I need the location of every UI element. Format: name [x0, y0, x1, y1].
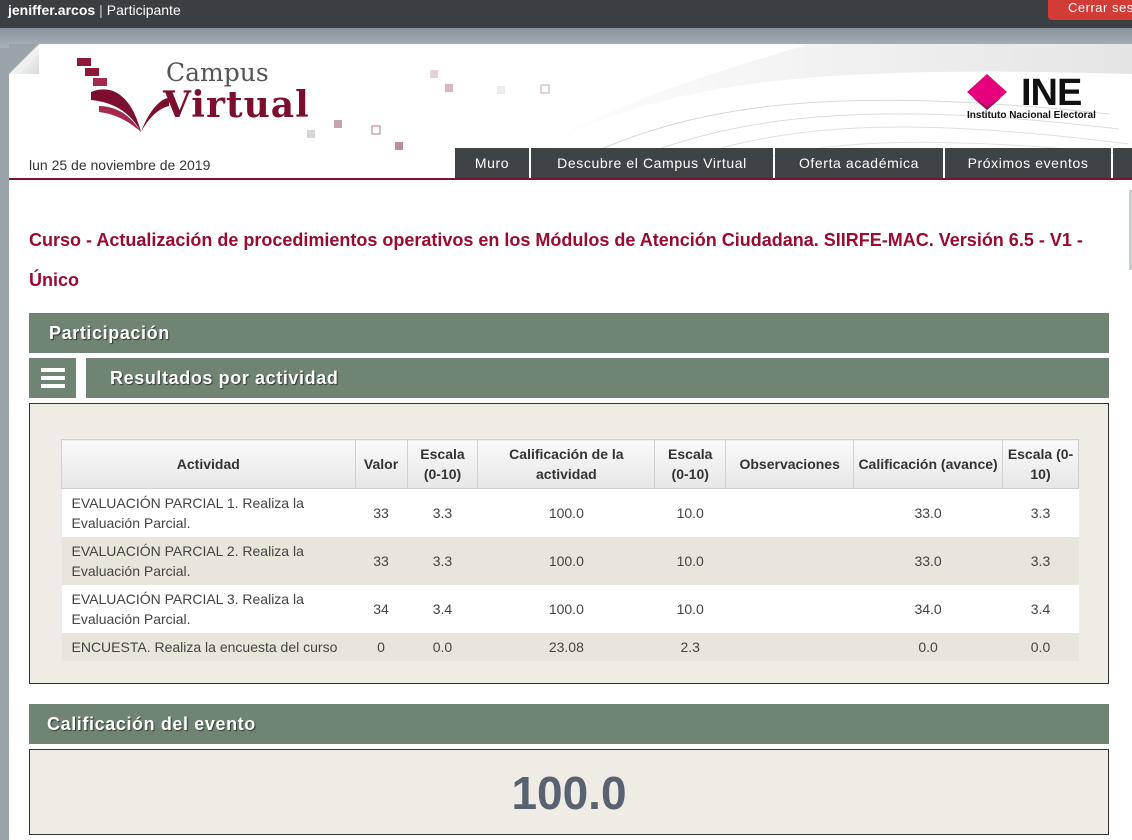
- username[interactable]: jeniffer.arcos: [8, 2, 95, 18]
- cell-actividad: EVALUACIÓN PARCIAL 1. Realiza la Evaluac…: [61, 488, 356, 537]
- deco-square: [395, 142, 403, 150]
- cell-escala: 3.3: [1002, 488, 1079, 537]
- cell-observaciones: [725, 584, 854, 633]
- cell-escala: 10.0: [654, 584, 726, 633]
- col-escala: Escala (0-10): [1002, 439, 1079, 489]
- cell-avance: 33.0: [853, 488, 1003, 537]
- cell-actividad: EVALUACIÓN PARCIAL 3. Realiza la Evaluac…: [61, 584, 356, 633]
- cell-calificacion: 100.0: [477, 536, 655, 585]
- cell-escala: 3.3: [1002, 536, 1079, 585]
- page: Campus Virtual INE Instituto Nacional El…: [9, 44, 1132, 840]
- cell-escala: 3.3: [407, 536, 478, 585]
- event-grade-panel: 100.0: [29, 749, 1109, 835]
- col-calificacion-actividad: Calificación de la actividad: [477, 439, 656, 489]
- cell-escala: 3.4: [407, 584, 478, 633]
- logout-button[interactable]: Cerrar sesión: [1048, 0, 1132, 20]
- table-row: EVALUACIÓN PARCIAL 1. Realiza la Evaluac…: [61, 488, 1079, 537]
- cell-valor: 33: [355, 488, 408, 537]
- nav-more[interactable]: [1113, 148, 1132, 178]
- cell-calificacion: 100.0: [477, 488, 655, 537]
- cell-calificacion: 23.08: [477, 632, 655, 661]
- nav-muro[interactable]: Muro: [455, 148, 529, 178]
- cell-escala: 0.0: [1002, 632, 1079, 661]
- col-calificacion-avance: Calificación (avance): [853, 439, 1003, 489]
- cell-escala: 10.0: [654, 488, 726, 537]
- header-divider: [9, 178, 1132, 180]
- results-table: Actividad Valor Escala (0-10) Calificaci…: [61, 439, 1079, 661]
- table-row: EVALUACIÓN PARCIAL 3. Realiza la Evaluac…: [61, 584, 1079, 633]
- deco-square: [334, 120, 342, 128]
- cell-escala: 0.0: [407, 632, 478, 661]
- cell-actividad: ENCUESTA. Realiza la encuesta del curso: [61, 632, 356, 661]
- nav-eventos[interactable]: Próximos eventos: [945, 148, 1111, 178]
- deco-square: [371, 125, 381, 135]
- hamburger-icon-line: [41, 384, 65, 388]
- cell-avance: 34.0: [853, 584, 1003, 633]
- nav-oferta[interactable]: Oferta académica: [775, 148, 943, 178]
- user-info: jeniffer.arcos | Participante: [8, 1, 181, 19]
- cell-escala: 10.0: [654, 536, 726, 585]
- col-observaciones: Observaciones: [725, 439, 855, 489]
- menu-toggle-button[interactable]: [29, 358, 76, 398]
- cell-calificacion: 100.0: [477, 584, 655, 633]
- ine-text: INE: [1021, 72, 1082, 114]
- table-row: EVALUACIÓN PARCIAL 2. Realiza la Evaluac…: [61, 536, 1079, 585]
- cell-avance: 33.0: [853, 536, 1003, 585]
- user-role: Participante: [106, 2, 181, 18]
- table-row: ENCUESTA. Realiza la encuesta del curso …: [61, 632, 1079, 661]
- ine-subtitle: Instituto Nacional Electoral: [967, 110, 1096, 121]
- deco-square: [430, 70, 438, 78]
- logo-campus-text: Campus: [166, 58, 269, 87]
- site-header: Campus Virtual INE Instituto Nacional El…: [9, 44, 1132, 180]
- ine-logo[interactable]: INE Instituto Nacional Electoral: [965, 72, 1125, 124]
- event-grade-value: 100.0: [511, 767, 627, 819]
- deco-square: [445, 84, 453, 92]
- results-panel: Actividad Valor Escala (0-10) Calificaci…: [29, 403, 1109, 684]
- cell-escala: 3.4: [1002, 584, 1079, 633]
- top-bar: jeniffer.arcos|Participante Cerrar sesió…: [0, 0, 1132, 28]
- campus-virtual-logo[interactable]: Campus Virtual: [71, 54, 331, 134]
- col-escala: Escala (0-10): [654, 439, 727, 489]
- page-curl: [9, 44, 39, 74]
- separator: |: [99, 2, 103, 18]
- main-nav: Muro Descubre el Campus Virtual Oferta a…: [455, 148, 1132, 178]
- cell-observaciones: [725, 632, 854, 661]
- book-icon: [77, 58, 169, 132]
- cell-avance: 0.0: [853, 632, 1003, 661]
- col-valor: Valor: [354, 439, 408, 489]
- deco-square: [540, 84, 550, 94]
- table-header-row: Actividad Valor Escala (0-10) Calificaci…: [61, 439, 1079, 489]
- results-header: Resultados por actividad: [86, 358, 1109, 398]
- cell-valor: 33: [355, 536, 408, 585]
- cell-actividad: EVALUACIÓN PARCIAL 2. Realiza la Evaluac…: [61, 536, 356, 585]
- nav-descubre[interactable]: Descubre el Campus Virtual: [531, 148, 773, 178]
- participation-header: Participación: [29, 313, 1109, 353]
- cell-valor: 0: [355, 632, 408, 661]
- current-date: lun 25 de noviembre de 2019: [29, 157, 211, 173]
- col-escala: Escala (0-10): [406, 439, 479, 489]
- course-title: Curso - Actualización de procedimientos …: [29, 230, 1083, 290]
- col-actividad: Actividad: [61, 439, 356, 489]
- cell-observaciones: [725, 488, 854, 537]
- hamburger-icon-line: [41, 376, 65, 380]
- cell-observaciones: [725, 536, 854, 585]
- hamburger-icon-line: [41, 368, 65, 372]
- event-grade-header: Calificación del evento: [29, 704, 1109, 744]
- cell-escala: 3.3: [407, 488, 478, 537]
- cell-valor: 34: [355, 584, 408, 633]
- logo-virtual-text: Virtual: [163, 84, 310, 126]
- deco-square: [497, 86, 505, 94]
- cell-escala: 2.3: [654, 632, 726, 661]
